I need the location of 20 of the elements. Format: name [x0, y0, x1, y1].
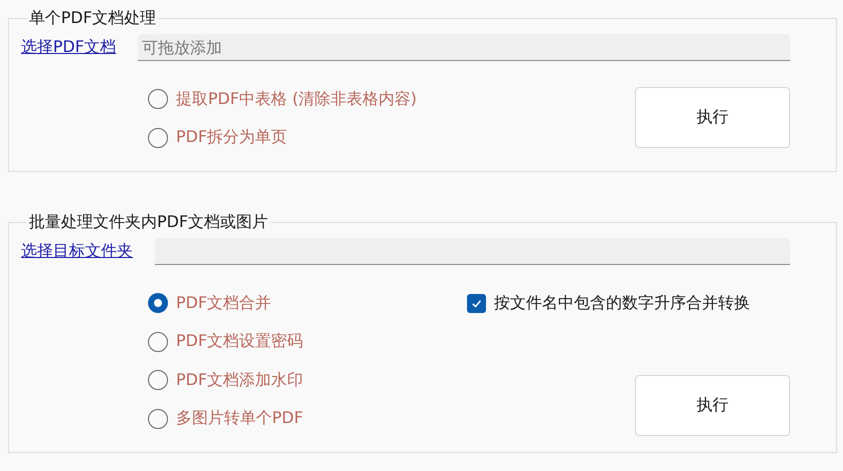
group-title: 单个PDF文档处理 [28, 8, 158, 29]
execute-button[interactable]: 执行 [635, 87, 790, 148]
radio-button[interactable] [148, 293, 168, 314]
option-label[interactable]: 提取PDF中表格 (清除非表格内容) [176, 88, 417, 110]
option-label[interactable]: PDF文档设置密码 [176, 331, 304, 352]
option-label[interactable]: 多图片转单个PDF [176, 408, 304, 430]
option-label[interactable]: PDF文档合并 [176, 292, 272, 314]
option-label[interactable]: PDF拆分为单页 [176, 127, 288, 148]
select-link[interactable]: 选择目标文件夹 [21, 241, 133, 262]
radio-button[interactable] [148, 128, 168, 148]
radio-button[interactable] [148, 332, 168, 352]
group-title: 批量处理文件夹内PDF文档或图片 [28, 212, 270, 233]
select-link[interactable]: 选择PDF文档 [21, 37, 116, 58]
checkbox[interactable] [467, 294, 486, 313]
execute-button[interactable]: 执行 [635, 375, 790, 436]
checkbox-label[interactable]: 按文件名中包含的数字升序合并转换 [494, 292, 750, 314]
radio-button[interactable] [148, 408, 168, 429]
radio-button[interactable] [148, 370, 168, 390]
option-label[interactable]: PDF文档添加水印 [176, 370, 304, 391]
radio-button[interactable] [148, 89, 168, 110]
